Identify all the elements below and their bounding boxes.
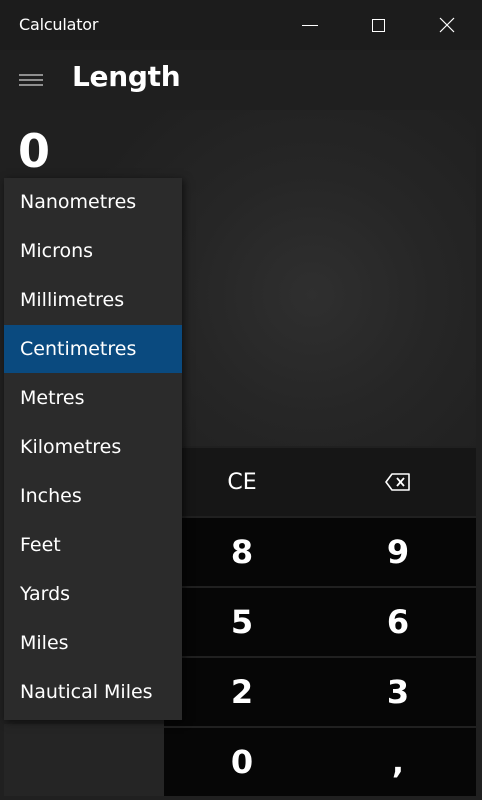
digit-8-button[interactable]: 8 [164,518,320,586]
unit-option-label: Nautical Miles [20,681,153,703]
unit-dropdown-list: Nanometres Microns Millimetres Centimetr… [4,178,182,720]
unit-option-label: Kilometres [20,436,122,458]
digit-2-button[interactable]: 2 [164,658,320,726]
clear-entry-button[interactable]: CE [164,448,320,516]
unit-option-kilometres[interactable]: Kilometres [4,423,182,471]
unit-option-label: Microns [20,240,94,262]
digit-3-button[interactable]: 3 [320,658,476,726]
close-button[interactable] [412,0,482,50]
decimal-separator-label: , [391,743,405,781]
digit-6-button[interactable]: 6 [320,588,476,656]
unit-option-label: Metres [20,387,85,409]
unit-option-centimetres[interactable]: Centimetres [4,325,182,373]
app-title: Calculator [19,15,99,34]
unit-option-label: Yards [20,583,71,605]
unit-option-label: Nanometres [20,191,137,213]
input-value[interactable]: 0 [18,124,50,178]
unit-option-microns[interactable]: Microns [4,227,182,275]
unit-option-yards[interactable]: Yards [4,570,182,618]
decimal-separator-button[interactable]: , [320,728,476,796]
hamburger-menu-icon [19,74,43,86]
digit-2-label: 2 [230,673,254,711]
unit-option-miles[interactable]: Miles [4,619,182,667]
maximize-button[interactable] [344,0,412,50]
minimize-icon [302,24,318,26]
page-title: Length [72,60,181,93]
navigation-menu-button[interactable] [0,50,62,110]
digit-5-label: 5 [230,603,254,641]
unit-option-inches[interactable]: Inches [4,472,182,520]
calculator-window: Calculator Length 0 CE 8 9 5 6 2 3 0 , N… [0,0,482,800]
header: Length [0,50,482,110]
unit-option-label: Millimetres [20,289,125,311]
unit-option-nanometres[interactable]: Nanometres [4,178,182,226]
unit-option-label: Centimetres [20,338,137,360]
digit-6-label: 6 [386,603,410,641]
unit-option-label: Miles [20,632,69,654]
unit-option-metres[interactable]: Metres [4,374,182,422]
digit-9-label: 9 [386,533,410,571]
backspace-button[interactable] [320,448,476,516]
minimize-button[interactable] [276,0,344,50]
unit-option-nautical-miles[interactable]: Nautical Miles [4,668,182,716]
blank-keypad-cell [4,724,164,796]
digit-5-button[interactable]: 5 [164,588,320,656]
unit-option-millimetres[interactable]: Millimetres [4,276,182,324]
close-icon [439,17,455,33]
digit-3-label: 3 [386,673,410,711]
digit-9-button[interactable]: 9 [320,518,476,586]
unit-option-feet[interactable]: Feet [4,521,182,569]
unit-option-label: Inches [20,485,82,507]
maximize-icon [371,18,385,32]
backspace-icon [385,473,410,491]
clear-entry-label: CE [227,469,257,495]
digit-0-button[interactable]: 0 [164,728,320,796]
digit-8-label: 8 [230,533,254,571]
title-bar: Calculator [0,0,482,50]
digit-0-label: 0 [230,743,254,781]
unit-option-label: Feet [20,534,61,556]
